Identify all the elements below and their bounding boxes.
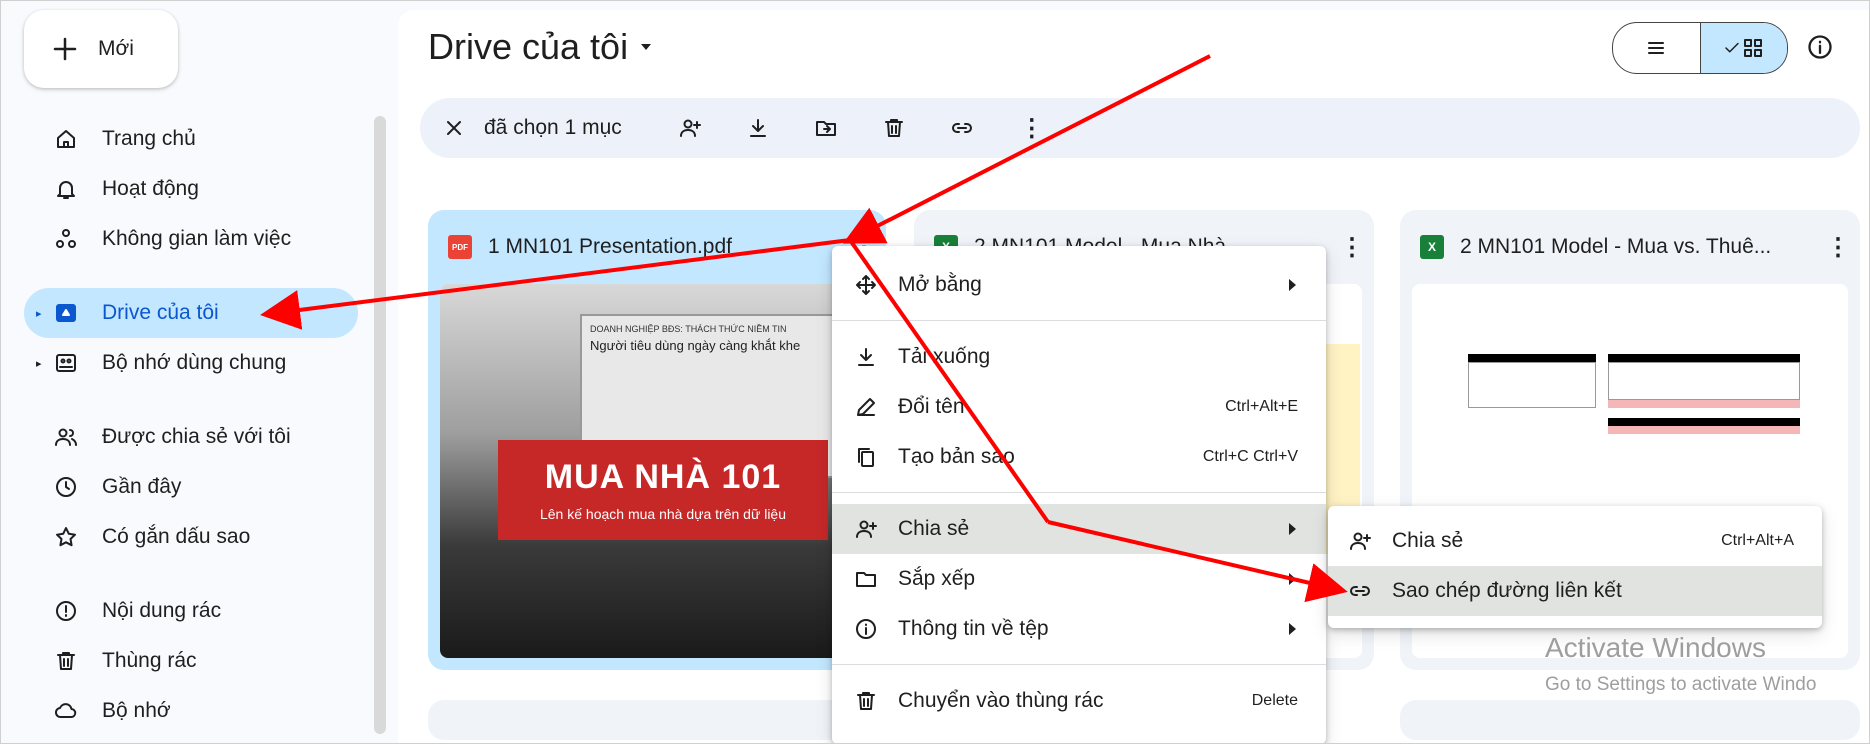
annotation-arrow: [842, 54, 1211, 244]
annotation-arrow: [260, 238, 851, 330]
annotation-arrow: [848, 238, 1050, 524]
annotation-arrow: [1047, 520, 1348, 603]
annotation-arrows: [260, 54, 1348, 603]
